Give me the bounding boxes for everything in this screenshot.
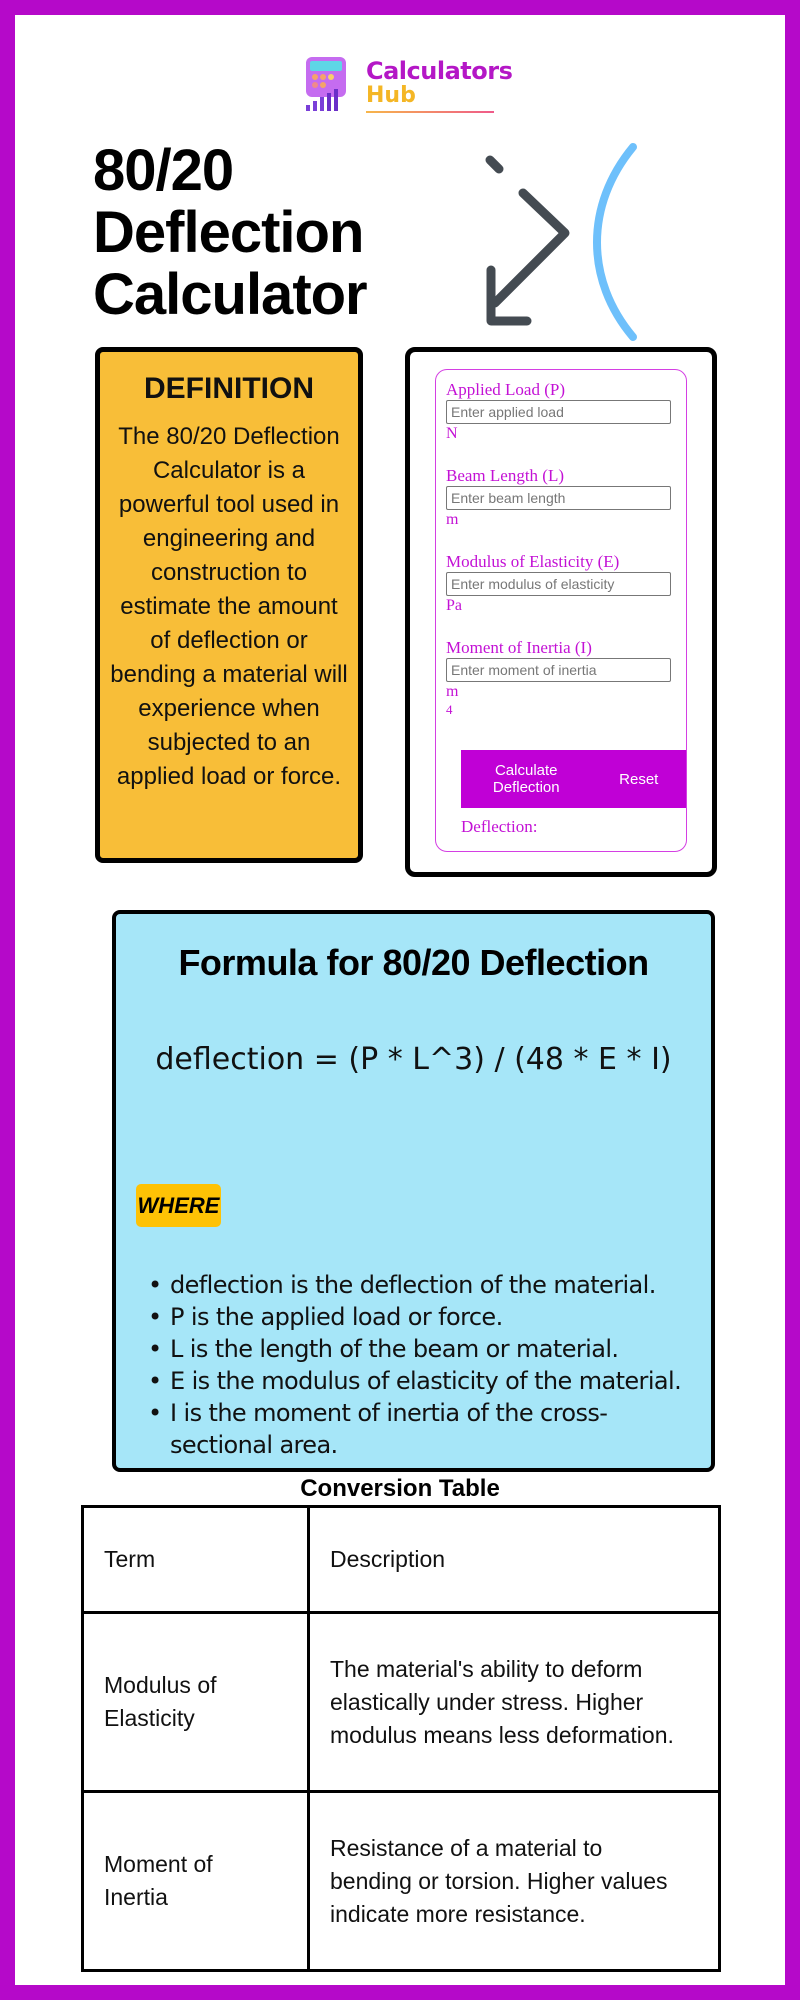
- field-beam-length: Beam Length (L) m: [446, 466, 676, 530]
- definition-body: The 80/20 Deflection Calculator is a pow…: [110, 423, 348, 790]
- formula-card: Formula for 80/20 Deflection deflection …: [112, 910, 715, 1472]
- definition-title: DEFINITION: [144, 372, 314, 405]
- field-unit: N: [446, 425, 458, 442]
- field-label: Applied Load (P): [446, 380, 565, 399]
- field-moment-inertia: Moment of Inertia (I) m 4: [446, 638, 676, 718]
- moment-inertia-input[interactable]: [446, 658, 671, 682]
- table-cell-description: The material's ability to deform elastic…: [307, 1611, 721, 1793]
- variable-list: deflection is the deflection of the mate…: [146, 1269, 706, 1461]
- calculate-button[interactable]: Calculate Deflection: [461, 762, 592, 796]
- list-item: E is the modulus of elasticity of the ma…: [146, 1365, 706, 1397]
- field-label: Beam Length (L): [446, 466, 565, 485]
- applied-load-input[interactable]: [446, 400, 671, 424]
- field-label: Moment of Inertia (I): [446, 638, 592, 657]
- calculator-form: Applied Load (P) N Beam Length (L) m Mod…: [435, 369, 687, 852]
- table-cell-term: Modulus of Elasticity: [81, 1611, 310, 1793]
- field-unit: m: [446, 683, 459, 700]
- where-badge: WHERE: [136, 1184, 221, 1227]
- field-unit: Pa: [446, 597, 462, 614]
- logo-underline: [366, 111, 494, 113]
- modulus-elasticity-input[interactable]: [446, 572, 671, 596]
- table-row: Modulus of Elasticity The material's abi…: [81, 1611, 721, 1793]
- logo-text-hub: Hub: [366, 83, 416, 108]
- deflection-arrow-icon: [485, 143, 637, 341]
- field-label: Modulus of Elasticity (E): [446, 552, 620, 571]
- reset-button[interactable]: Reset: [592, 771, 687, 788]
- button-bar: Calculate Deflection Reset: [461, 750, 686, 808]
- field-unit: m: [446, 511, 459, 528]
- table-cell-description: Resistance of a material to bending or t…: [307, 1790, 721, 1972]
- calculator-logo-icon: [306, 57, 346, 111]
- table-header-row: Term Description: [81, 1505, 721, 1614]
- list-item: L is the length of the beam or material.: [146, 1333, 706, 1365]
- definition-card: DEFINITION The 80/20 Deflection Calculat…: [95, 347, 363, 863]
- list-item: I is the moment of inertia of the cross-…: [146, 1397, 706, 1461]
- beam-length-input[interactable]: [446, 486, 671, 510]
- field-unit-exponent: 4: [446, 702, 453, 717]
- calculator-card: Applied Load (P) N Beam Length (L) m Mod…: [405, 347, 717, 877]
- conversion-table-title: Conversion Table: [300, 1475, 500, 1502]
- list-item: deflection is the deflection of the mate…: [146, 1269, 706, 1301]
- list-item: P is the applied load or force.: [146, 1301, 706, 1333]
- infographic-page: Calculators Hub 80/20 Deflection Calcula…: [15, 15, 785, 1985]
- calculators-hub-logo[interactable]: Calculators Hub: [304, 39, 513, 114]
- field-applied-load: Applied Load (P) N: [446, 380, 676, 444]
- table-row: Moment of Inertia Resistance of a materi…: [81, 1790, 721, 1972]
- deflection-result: Deflection:: [461, 817, 538, 836]
- formula-equation: deflection = (P * L^3) / (48 * E * I): [155, 1042, 672, 1077]
- field-modulus-elasticity: Modulus of Elasticity (E) Pa: [446, 552, 676, 616]
- table-header-cell: Description: [307, 1505, 721, 1614]
- table-header-cell: Term: [81, 1505, 310, 1614]
- conversion-table: Term Description Modulus of Elasticity T…: [81, 1505, 721, 1972]
- formula-title: Formula for 80/20 Deflection: [178, 942, 649, 983]
- page-title: 80/20 Deflection Calculator: [93, 138, 368, 327]
- table-cell-term: Moment of Inertia: [81, 1790, 310, 1972]
- logo-text-calculators: Calculators: [366, 57, 513, 85]
